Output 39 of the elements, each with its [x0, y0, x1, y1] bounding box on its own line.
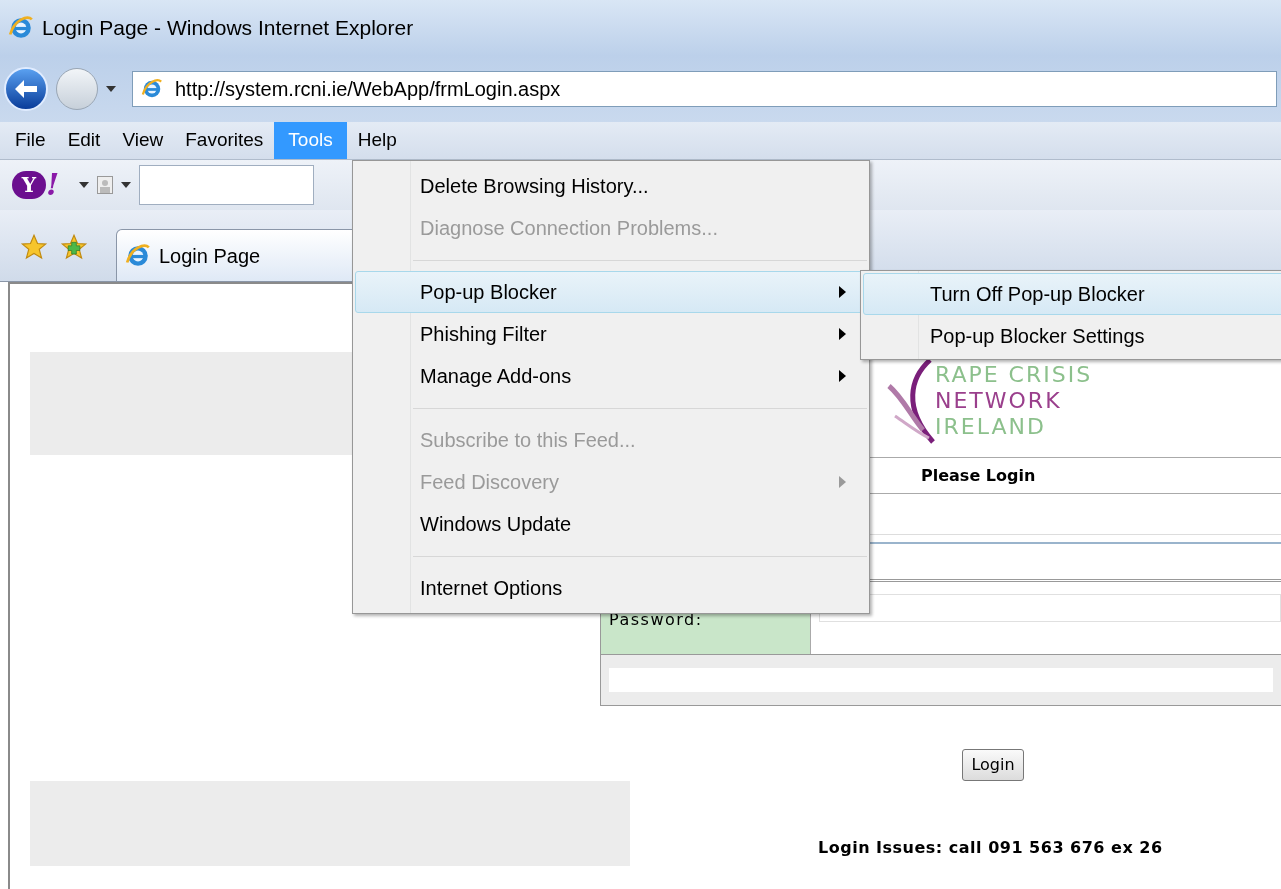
menu-item[interactable]: Internet Options [355, 567, 867, 609]
password-field[interactable] [819, 594, 1281, 622]
star-icon[interactable] [20, 233, 48, 261]
page-icon [125, 242, 151, 269]
login-button[interactable]: Login [962, 749, 1024, 781]
feather-icon [885, 358, 935, 444]
submenu-arrow-icon [839, 370, 846, 382]
menu-item[interactable]: Help [346, 122, 408, 159]
help-text: Login Issues: call 091 563 676 ex 26 [818, 837, 1163, 859]
submenu-arrow-icon [839, 476, 846, 488]
logo-text: IRELAND [935, 414, 1047, 440]
menu-item[interactable]: View [111, 122, 175, 159]
menu-item[interactable]: Favorites [174, 122, 275, 159]
menu-item[interactable]: Turn Off Pop-up Blocker [863, 273, 1281, 315]
form-title: Please Login [921, 464, 1036, 487]
submenu-arrow-icon [839, 328, 846, 340]
menu-item[interactable]: Edit [56, 122, 112, 159]
search-field[interactable] [139, 165, 315, 205]
logo-text: RAPE CRISIS [935, 362, 1093, 388]
menu-item[interactable]: Manage Add-ons [355, 355, 867, 397]
user-icon[interactable] [97, 176, 114, 194]
password-label: Password: [609, 610, 703, 629]
logo-text: NETWORK [935, 388, 1063, 414]
menu-item[interactable]: Delete Browsing History... [355, 165, 867, 207]
menu-item[interactable]: Pop-up Blocker Settings [863, 315, 1281, 357]
submenu-arrow-icon [839, 286, 846, 298]
history-caret-icon[interactable] [106, 86, 116, 92]
window-title: Login Page - Windows Internet Explorer [42, 15, 414, 42]
back-button[interactable] [4, 67, 48, 111]
page-icon [141, 78, 163, 100]
add-star-icon[interactable] [60, 233, 88, 261]
caret-icon[interactable] [79, 182, 90, 188]
back-arrow-icon [14, 79, 38, 99]
browser-icon [8, 15, 34, 41]
menu-item[interactable]: Windows Update [355, 503, 867, 545]
forward-button[interactable] [56, 68, 98, 110]
menu-item[interactable]: File [4, 122, 57, 159]
address-field[interactable]: http://system.rcni.ie/WebApp/frmLogin.aspx [132, 71, 1277, 107]
caret-icon[interactable] [121, 182, 132, 188]
